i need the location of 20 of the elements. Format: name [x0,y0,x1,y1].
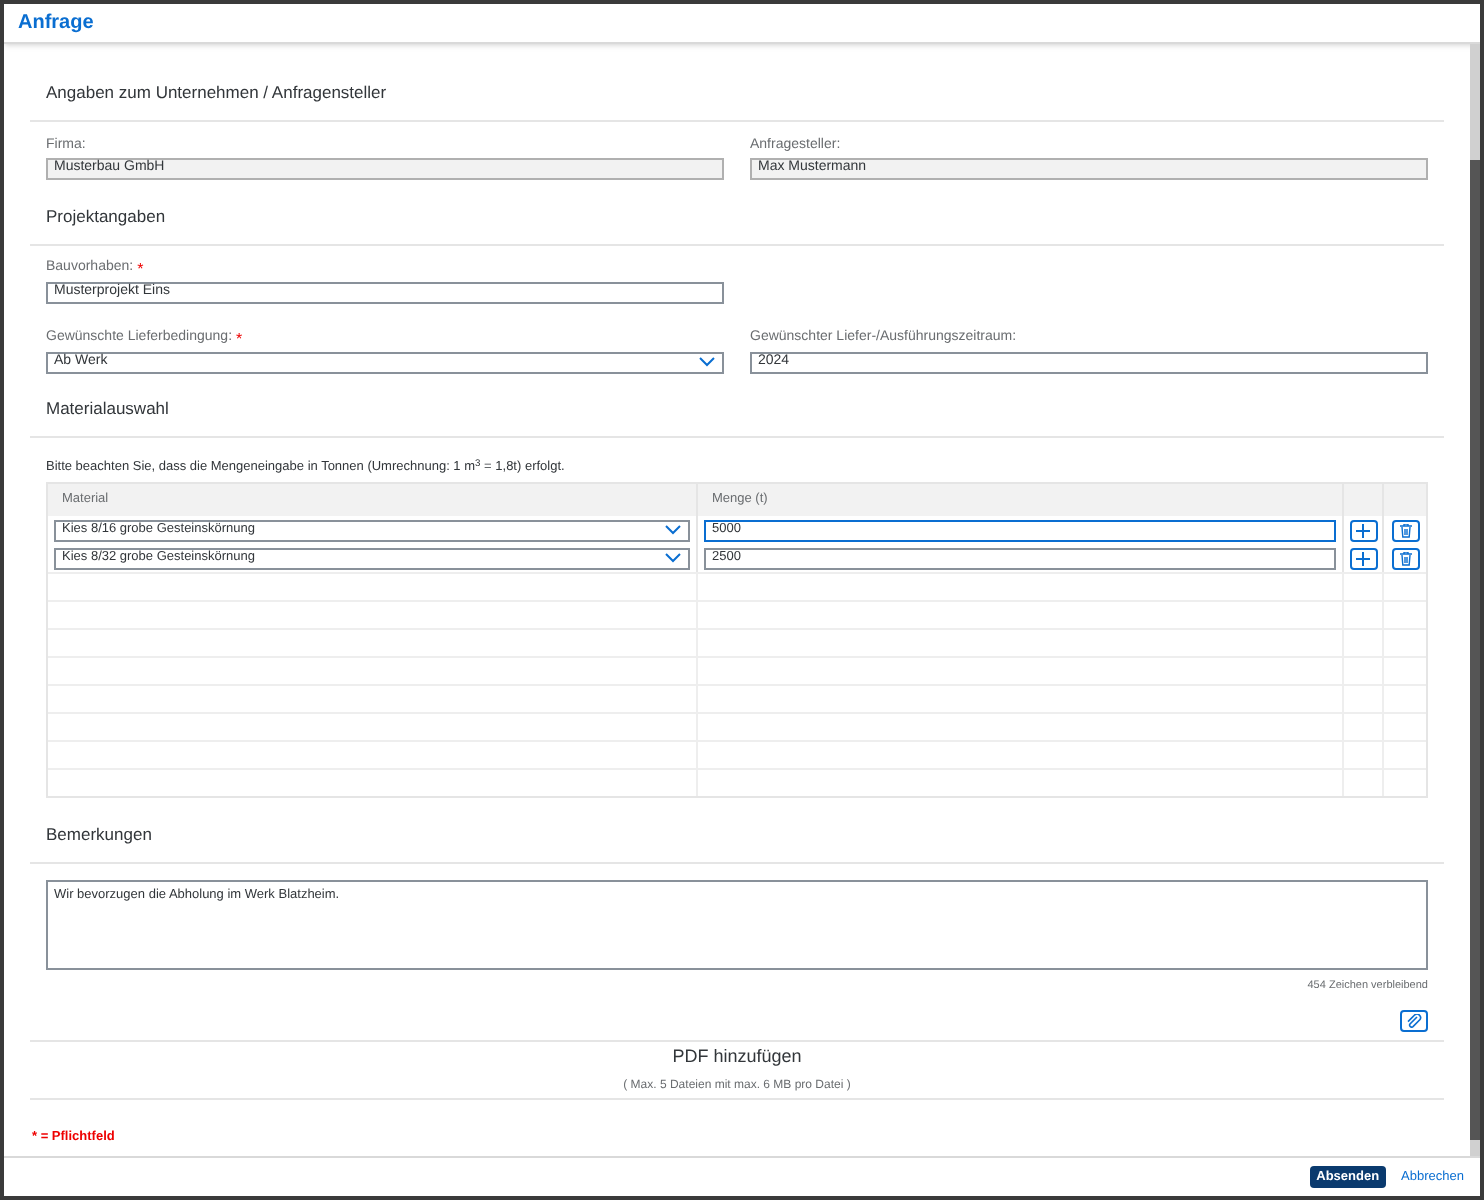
plus-icon [1356,551,1370,566]
required-marker: * [137,261,144,278]
section-heading: Angaben zum Unternehmen / Anfragensteller [46,82,387,102]
add-button[interactable] [1349,519,1377,542]
upload-title: PDF hinzufügen [672,1044,802,1071]
section-heading: Bemerkungen [46,823,152,844]
column-header [1384,484,1426,517]
delete-button[interactable] [1391,547,1419,570]
required-marker: * [236,331,243,348]
trash-icon [1399,523,1411,538]
plus-icon [1356,523,1370,538]
dialog-title: Anfrage [18,10,94,38]
paperclip-icon [1406,1013,1422,1028]
chevron-down-icon [698,356,716,369]
delete-button[interactable] [1391,519,1419,542]
attach-button[interactable] [1400,1009,1428,1032]
add-button[interactable] [1349,547,1377,570]
trash-icon [1399,551,1411,566]
section-heading: Materialauswahl [46,398,169,419]
section-heading: Projektangaben [46,205,166,226]
